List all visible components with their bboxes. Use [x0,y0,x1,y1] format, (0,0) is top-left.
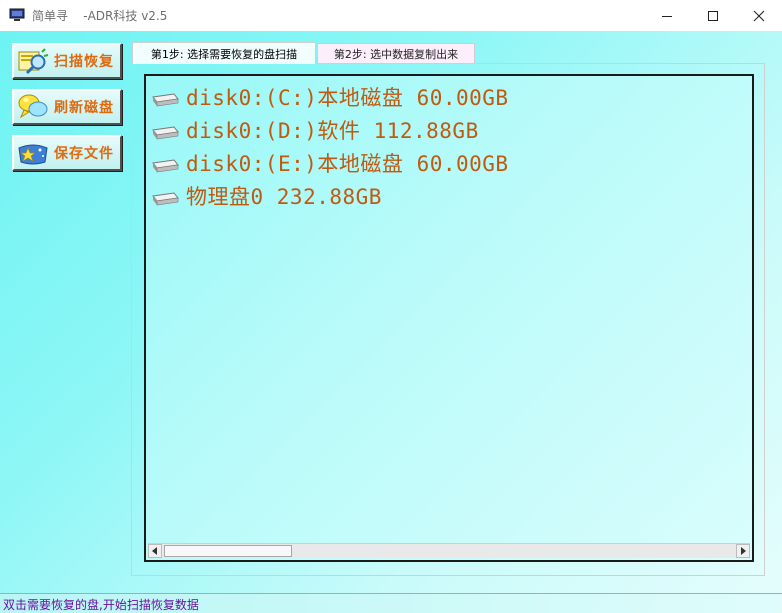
maximize-button[interactable] [690,0,736,31]
close-button[interactable] [736,0,782,31]
minimize-button[interactable] [644,0,690,31]
app-monitor-icon [9,8,25,21]
horizontal-scrollbar[interactable] [148,543,750,558]
status-bar: 双击需要恢复的盘,开始扫描恢复数据 [0,593,782,613]
disk-item-c[interactable]: disk0:(C:)本地磁盘 60.00GB [150,82,509,112]
disk-item-d[interactable]: disk0:(D:)软件 112.88GB [150,115,479,145]
drive-icon [152,192,179,206]
tab-step1[interactable]: 第1步: 选择需要恢复的盘扫描 [132,42,316,64]
save-star-icon [18,144,48,165]
scroll-right-button[interactable] [736,544,750,558]
refresh-bubbles-icon [18,94,48,119]
disk-list[interactable]: disk0:(C:)本地磁盘 60.00GB disk0:(D:)软件 112.… [144,74,754,562]
save-file-label: 保存文件 [54,146,114,162]
disk-item-label: disk0:(D:)软件 112.88GB [186,119,479,143]
refresh-disk-label: 刷新磁盘 [54,100,114,116]
maximize-icon [708,10,718,21]
save-file-button[interactable]: 保存文件 [12,135,122,171]
disk-item-label: 物理盘0 232.88GB [186,185,382,209]
scroll-thumb[interactable] [164,545,292,557]
scroll-left-icon [152,547,157,555]
drive-icon [152,93,179,107]
client-area: 扫描恢复 刷新磁盘 保存文件 第1步: 选择需要恢复的盘扫描 第2步: 选中数据… [0,31,782,593]
status-text: 双击需要恢复的盘,开始扫描恢复数据 [3,598,199,612]
minimize-icon [662,15,672,17]
disk-item-physical[interactable]: 物理盘0 232.88GB [150,181,382,211]
refresh-disk-button[interactable]: 刷新磁盘 [12,89,122,125]
drive-icon [152,126,179,140]
title-bar: 简单寻 -ADR科技 v2.5 [0,0,782,32]
drive-icon [152,159,179,173]
scan-recover-label: 扫描恢复 [54,54,114,70]
tab-step2[interactable]: 第2步: 选中数据复制出来 [317,43,475,63]
scroll-right-icon [741,547,746,555]
scan-magnifier-icon [18,48,49,75]
scroll-left-button[interactable] [148,544,162,558]
disk-item-label: disk0:(E:)本地磁盘 60.00GB [186,152,509,176]
close-icon [753,10,765,21]
disk-item-e[interactable]: disk0:(E:)本地磁盘 60.00GB [150,148,509,178]
disk-item-label: disk0:(C:)本地磁盘 60.00GB [186,86,509,110]
scan-recover-button[interactable]: 扫描恢复 [12,43,122,79]
window-title: 简单寻 -ADR科技 v2.5 [32,9,168,23]
